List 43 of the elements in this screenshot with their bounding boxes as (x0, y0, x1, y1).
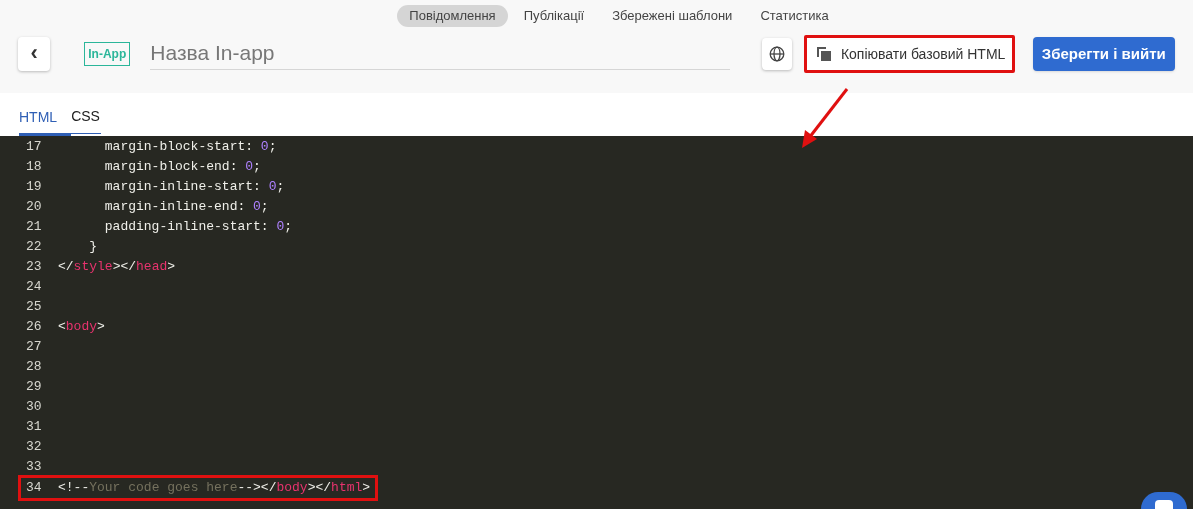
line-number: 31 (26, 418, 43, 437)
code-line: <!--Your code goes here--></body></html> (58, 479, 371, 498)
line-number: 28 (26, 358, 43, 377)
line-number: 23 (26, 258, 43, 277)
line-number: 17 (26, 138, 43, 157)
globe-icon (768, 46, 785, 62)
code-line: padding-inline-start: 0; (103, 218, 293, 237)
editor-tab[interactable]: CSS (71, 100, 101, 134)
line-number: 24 (26, 278, 43, 297)
line-number: 22 (26, 238, 43, 257)
line-number: 25 (26, 298, 43, 317)
copy-icon (816, 47, 831, 61)
code-line: margin-inline-start: 0; (103, 178, 285, 197)
line-number: 18 (26, 158, 43, 177)
copy-html-button[interactable]: Копіювати базовий HTML (803, 35, 1015, 73)
nav-tab[interactable]: Повідомлення (397, 5, 508, 27)
nav-tab[interactable]: Збережені шаблони (600, 5, 745, 27)
in-app-badge: In-App (84, 42, 131, 66)
code-line: margin-inline-end: 0; (103, 198, 269, 217)
name-input-field[interactable]: Назва In-app (150, 38, 730, 70)
line-number: 29 (26, 378, 43, 397)
line-number: 19 (26, 178, 43, 197)
editor-tab[interactable]: HTML (19, 102, 72, 136)
line-number: 32 (26, 438, 43, 457)
line-number: 21 (26, 218, 43, 237)
line-number: 26 (26, 318, 43, 337)
line-number: 33 (26, 458, 43, 477)
code-line: <body> (58, 318, 105, 337)
code-line: </style></head> (58, 258, 176, 277)
code-line: margin-block-start: 0; (103, 138, 277, 157)
line-number: 30 (26, 398, 43, 417)
chat-button[interactable] (1141, 492, 1187, 509)
nav-tab[interactable]: Статистика (748, 5, 841, 27)
line-number: 34 (26, 479, 43, 498)
chat-icon (1155, 500, 1173, 509)
code-line: } (88, 238, 97, 257)
line-number: 27 (26, 338, 43, 357)
line-number: 20 (26, 198, 43, 217)
code-line: margin-block-end: 0; (103, 158, 261, 177)
nav-tab[interactable]: Публікації (511, 5, 597, 27)
save-and-exit-button[interactable]: Зберегти і вийти (1032, 37, 1175, 71)
back-button[interactable]: ‹ (18, 37, 51, 71)
language-button[interactable] (761, 38, 792, 70)
